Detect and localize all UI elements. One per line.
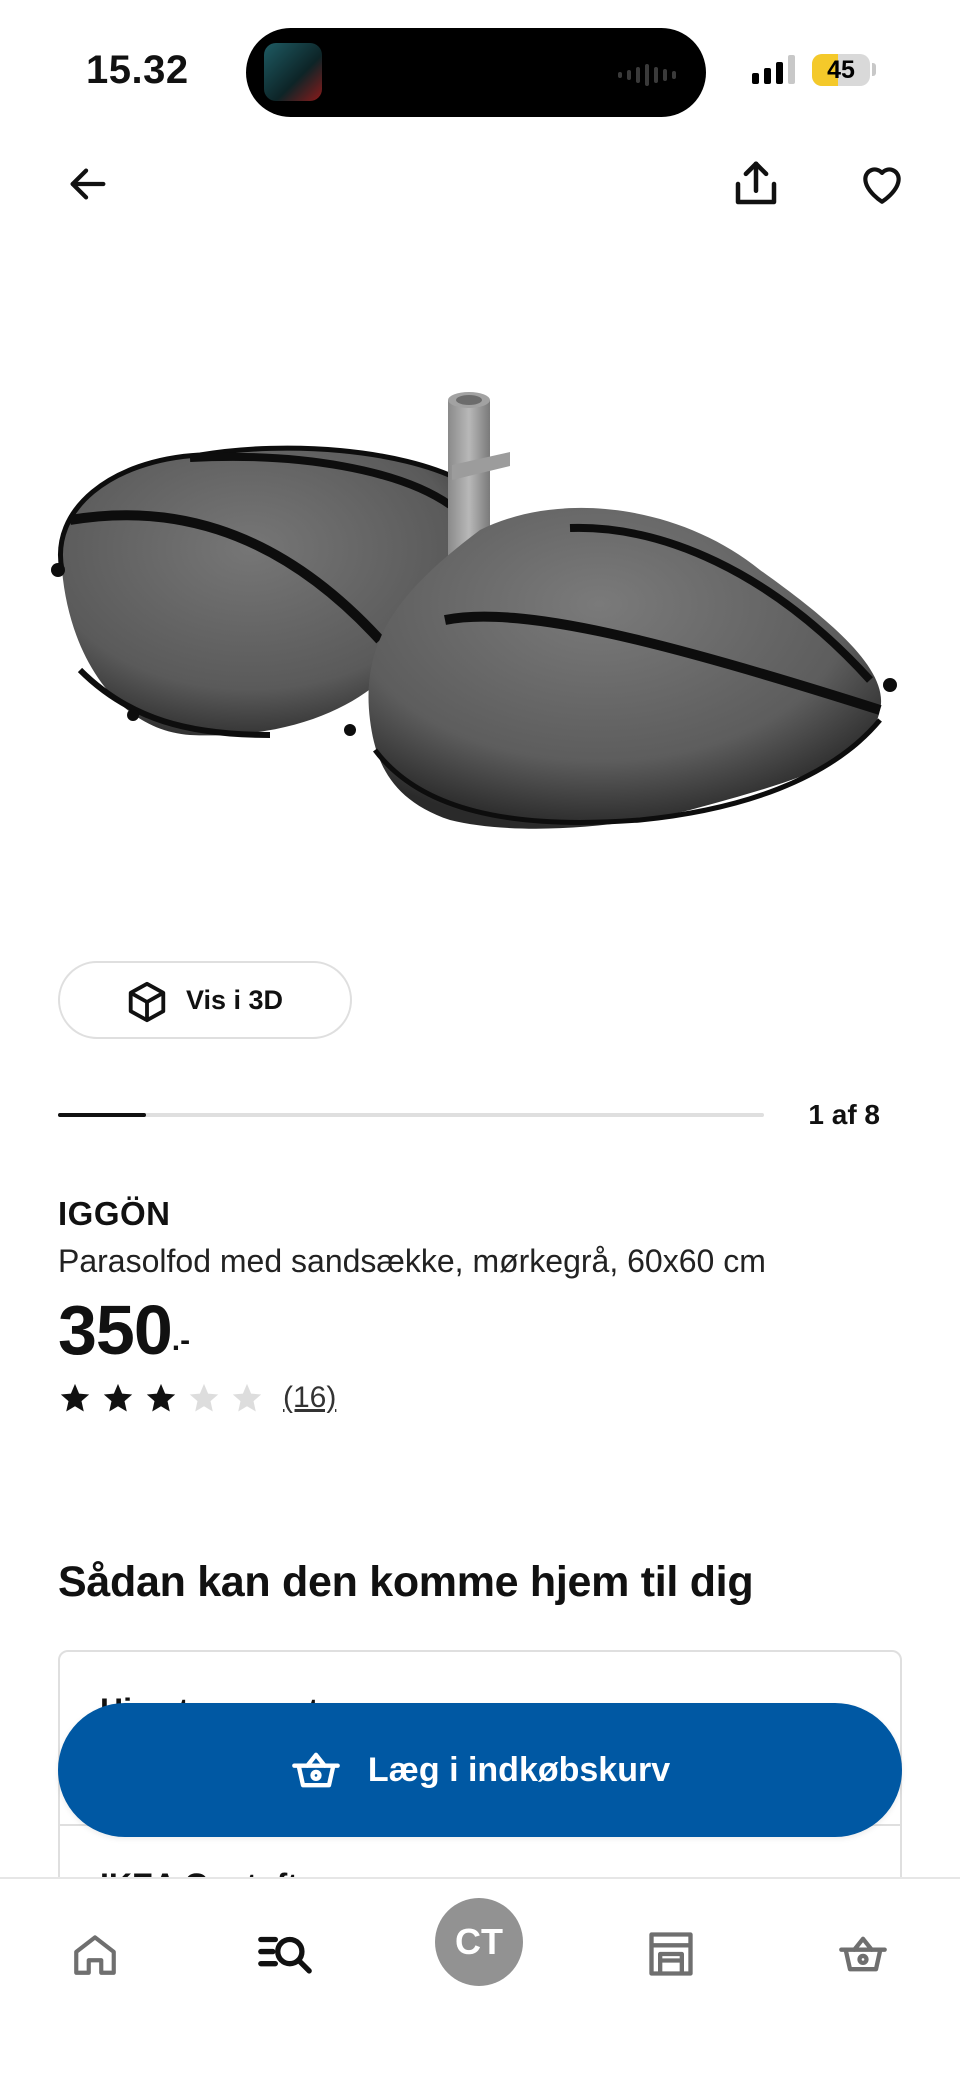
delivery-section-title: Sådan kan den komme hjem til dig <box>58 1558 754 1606</box>
cube-3d-icon <box>128 981 166 1023</box>
star-empty-icon <box>232 1383 262 1412</box>
tab-home[interactable] <box>50 1909 140 1999</box>
basket-icon <box>839 1936 887 1972</box>
share-button[interactable] <box>724 152 788 216</box>
rating-stars <box>58 1381 273 1415</box>
product-brand[interactable]: IGGÖN <box>58 1195 171 1233</box>
cellular-signal-icon <box>752 54 795 84</box>
product-image[interactable] <box>40 340 920 860</box>
product-page: 15.32 45 Vis i 3D 1 af 8 IGGÖN Parasolfo… <box>0 0 960 2081</box>
star-filled-icon <box>60 1383 90 1412</box>
audio-wave-icon <box>618 64 676 86</box>
favourite-button[interactable] <box>850 152 914 216</box>
tab-search[interactable] <box>240 1909 330 1999</box>
view-in-3d-button[interactable]: Vis i 3D <box>58 961 352 1039</box>
basket-icon <box>292 1752 340 1788</box>
now-playing-artwork <box>264 43 322 101</box>
product-rating[interactable]: (16) <box>58 1381 336 1415</box>
dynamic-island[interactable] <box>246 28 706 117</box>
arrow-left-icon <box>70 168 106 200</box>
add-to-cart-label: Læg i indkøbskurv <box>367 1750 671 1789</box>
price-integer: 350 <box>58 1291 173 1369</box>
image-carousel-progress-fill <box>58 1113 147 1117</box>
store-icon <box>649 1932 693 1976</box>
star-filled-icon <box>103 1383 133 1412</box>
view-in-3d-label: Vis i 3D <box>186 984 284 1015</box>
heart-icon <box>863 167 901 204</box>
star-empty-icon <box>189 1383 219 1412</box>
tab-basket[interactable] <box>818 1909 908 1999</box>
tab-stores[interactable] <box>626 1909 716 1999</box>
search-icon <box>258 1936 312 1974</box>
share-icon <box>735 161 777 205</box>
battery-icon: 45 <box>812 54 870 86</box>
image-index-label: 1 af 8 <box>808 1099 880 1130</box>
bottom-tab-bar: CT <box>0 1877 960 2081</box>
product-price: 350 .- <box>58 1290 190 1370</box>
star-filled-icon <box>146 1383 176 1412</box>
tab-profile-avatar[interactable]: CT <box>435 1898 523 1986</box>
price-suffix: .- <box>171 1324 191 1357</box>
battery-cap <box>872 63 876 76</box>
back-button[interactable] <box>56 152 120 216</box>
review-count-link[interactable]: (16) <box>283 1381 336 1415</box>
image-carousel-progress[interactable] <box>58 1113 764 1117</box>
status-time: 15.32 <box>86 48 189 92</box>
home-icon <box>74 1935 116 1975</box>
battery-percent: 45 <box>827 56 855 84</box>
product-description: Parasolfod med sandsække, mørkegrå, 60x6… <box>58 1243 766 1279</box>
add-to-cart-button[interactable]: Læg i indkøbskurv <box>58 1703 902 1837</box>
